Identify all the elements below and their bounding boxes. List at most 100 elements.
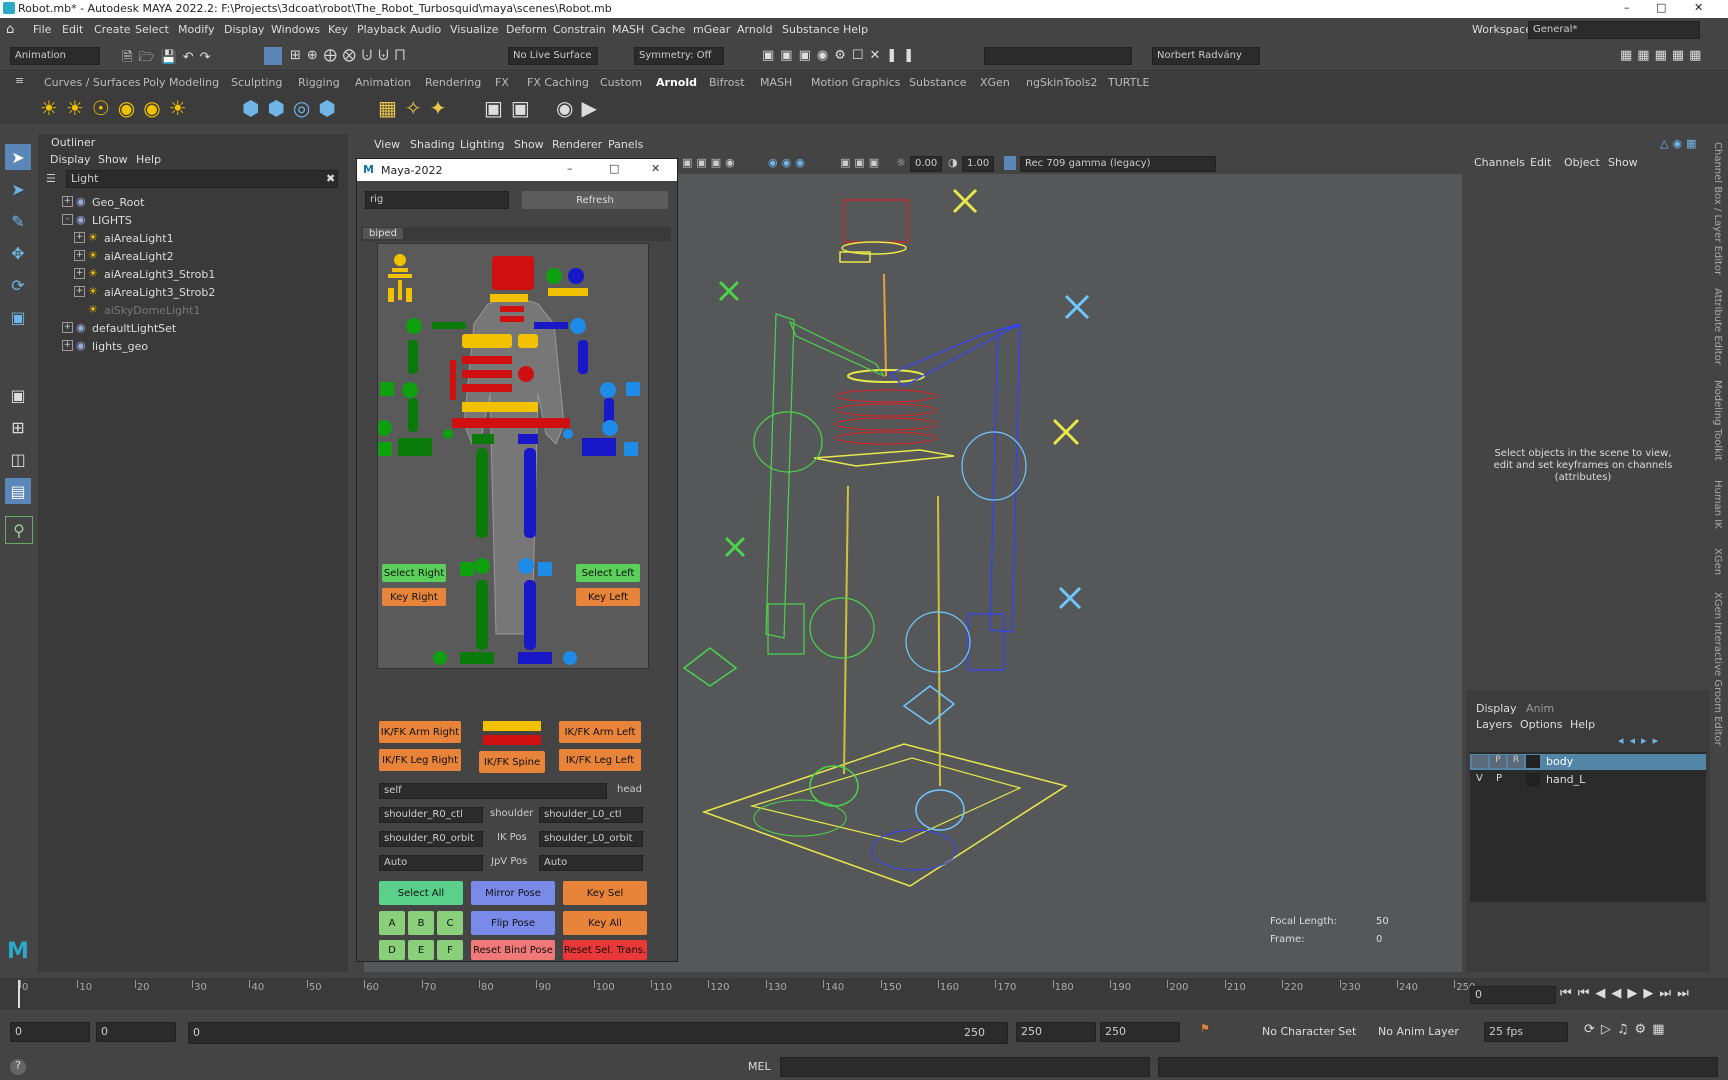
arnold-tools-icons[interactable]: ▦✧✦ (378, 96, 454, 120)
layer-visibility-toggle[interactable] (1472, 755, 1488, 768)
layer-row-hand[interactable]: V P hand_L (1470, 772, 1706, 788)
side-tab-attribute-editor[interactable]: Attribute Editor (1712, 288, 1723, 365)
outliner-item[interactable]: + ◉ Geo_Root (38, 194, 338, 212)
viewport-menu-view[interactable]: View (374, 138, 400, 151)
body-picker[interactable]: Select Right Select Left Key Right Key L… (376, 243, 649, 669)
viewport-menu-shading[interactable]: Shading (410, 138, 455, 151)
shelf-menu-icon[interactable]: ≡ (15, 74, 24, 87)
layer-color-icon[interactable] (1526, 773, 1540, 786)
layer-row-body[interactable]: P R body (1470, 754, 1706, 770)
playback-end-field[interactable]: 250 (1016, 1022, 1096, 1042)
four-view-icon[interactable]: ⊞ (5, 414, 31, 440)
viewport-menu-show[interactable]: Show (514, 138, 544, 151)
space-switch-select[interactable]: self (379, 783, 607, 799)
expand-icon[interactable]: + (74, 268, 85, 279)
animation-end-field[interactable]: 250 (1100, 1022, 1180, 1042)
refresh-button[interactable]: Refresh (522, 191, 668, 209)
file-tools-icons[interactable]: 🗎🗁💾↶↷ (122, 48, 217, 70)
spine-fk-indicator[interactable] (483, 721, 541, 731)
shelf-tab-bifrost[interactable]: Bifrost (709, 76, 745, 89)
arnold-shader-icons[interactable]: ⬢⬢◎⬢ (242, 96, 344, 120)
rig-select[interactable]: rig (365, 191, 509, 209)
layer-reference-toggle[interactable]: R (1508, 755, 1524, 768)
search-icon[interactable]: ⚲ (5, 516, 33, 544)
select-right-button[interactable]: Select Right (382, 564, 446, 582)
maximize-icon[interactable]: □ (1656, 1, 1666, 14)
tab-biped[interactable]: biped (363, 228, 403, 239)
menu-file[interactable]: File (33, 23, 51, 36)
picker-maximize-icon[interactable]: □ (609, 162, 619, 175)
outliner-item[interactable]: + ☀ aiAreaLight1 (38, 230, 338, 248)
paint-select-icon[interactable]: ✎ (5, 208, 31, 234)
layer-visibility-toggle[interactable]: V (1476, 773, 1483, 784)
shelf-tab-fx[interactable]: FX (495, 76, 509, 89)
viewport-menu-panels[interactable]: Panels (608, 138, 643, 151)
character-set-select[interactable]: No Character Set (1262, 1025, 1356, 1038)
layer-color-icon[interactable] (1526, 755, 1540, 768)
shelf-tab-motion-graphics[interactable]: Motion Graphics (811, 76, 900, 89)
live-surface-field[interactable]: No Live Surface (508, 47, 598, 65)
shelf-tab-rigging[interactable]: Rigging (298, 76, 340, 89)
channels-object-menu[interactable]: Object (1564, 156, 1600, 169)
jpv-left-select[interactable]: Auto (539, 855, 643, 871)
ikfk-leg-left-button[interactable]: IK/FK Leg Left (559, 749, 641, 771)
gamma-field[interactable]: 1.00 (962, 156, 994, 172)
outliner-menu-display[interactable]: Display (50, 153, 91, 166)
side-tab-human-ik[interactable]: Human IK (1712, 480, 1723, 529)
shelf-tab-mash[interactable]: MASH (760, 76, 792, 89)
mel-command-input[interactable] (780, 1057, 1150, 1077)
outliner-menu-help[interactable]: Help (136, 153, 161, 166)
select-all-button[interactable]: Select All (379, 881, 463, 905)
move-tool-icon[interactable]: ✥ (5, 240, 31, 266)
viewport-menu-renderer[interactable]: Renderer (552, 138, 602, 151)
options-menu[interactable]: Options (1520, 718, 1562, 731)
menu-select[interactable]: Select (135, 23, 169, 36)
shelf-tab-sculpting[interactable]: Sculpting (231, 76, 282, 89)
arnold-misc-icons[interactable]: ▣▣ (484, 96, 538, 120)
tab-anim[interactable]: Anim (1526, 702, 1554, 715)
pose-f-button[interactable]: F (437, 940, 463, 960)
expand-icon[interactable]: + (62, 196, 73, 207)
snap-tools-icons[interactable]: ⊞⊕⨁⨂⨃⨄⨅ (290, 48, 411, 63)
select-tool-icon[interactable]: ➤ (5, 144, 31, 170)
channel-box-icons[interactable]: △◉▦ (1660, 137, 1700, 150)
outliner-item[interactable]: - ◉ LIGHTS (38, 212, 338, 230)
shelf-tab-custom[interactable]: Custom (600, 76, 642, 89)
menu-cache[interactable]: Cache (651, 23, 685, 36)
expand-icon[interactable]: + (74, 232, 85, 243)
jpv-right-select[interactable]: Auto (379, 855, 483, 871)
key-left-button[interactable]: Key Left (576, 588, 640, 606)
side-tab-modeling-toolkit[interactable]: Modeling Toolkit (1712, 380, 1723, 461)
anim-layer-select[interactable]: No Anim Layer (1378, 1025, 1459, 1038)
picker-minimize-icon[interactable]: – (567, 162, 573, 175)
auto-key-icon[interactable]: ⚑ (1200, 1022, 1210, 1035)
playback-options-icons[interactable]: ⟳▷♫⚙▦ (1584, 1022, 1670, 1037)
menu-substance[interactable]: Substance (782, 23, 840, 36)
layer-playback-toggle[interactable]: P (1490, 755, 1506, 768)
ikfk-leg-right-button[interactable]: IK/FK Leg Right (379, 749, 461, 771)
ikfk-spine-button[interactable]: IK/FK Spine (479, 751, 545, 773)
outliner-menu-show[interactable]: Show (98, 153, 128, 166)
menu-deform[interactable]: Deform (506, 23, 547, 36)
exposure-field[interactable]: 0.00 (910, 156, 942, 172)
reset-bind-pose-button[interactable]: Reset Bind Pose (471, 940, 555, 960)
pose-c-button[interactable]: C (437, 911, 463, 935)
close-icon[interactable]: ✕ (1694, 1, 1703, 14)
home-icon[interactable]: ⌂ (6, 22, 14, 37)
color-space-select[interactable]: Rec 709 gamma (legacy) (1020, 156, 1216, 172)
layer-name[interactable]: hand_L (1546, 773, 1585, 786)
playback-controls-icons[interactable]: ⏮⏮◀◀▶▶⏭⏭ (1560, 986, 1695, 1001)
current-frame-field[interactable]: 0 (1470, 986, 1556, 1004)
minimize-icon[interactable]: – (1624, 1, 1630, 14)
menu-arnold[interactable]: Arnold (737, 23, 773, 36)
help-icon[interactable]: ? (10, 1059, 26, 1075)
menu-set-select[interactable]: Animation (10, 47, 100, 65)
menu-modify[interactable]: Modify (178, 23, 214, 36)
orbit-left-select[interactable]: shoulder_L0_orbit (539, 831, 643, 847)
shelf-tab-fx-caching[interactable]: FX Caching (527, 76, 589, 89)
key-all-button[interactable]: Key All (563, 911, 647, 935)
menu-mgear[interactable]: mGear (693, 23, 730, 36)
quick-search-input[interactable] (984, 47, 1132, 65)
current-time-marker[interactable] (18, 980, 20, 1008)
scale-tool-icon[interactable]: ▣ (5, 304, 31, 330)
